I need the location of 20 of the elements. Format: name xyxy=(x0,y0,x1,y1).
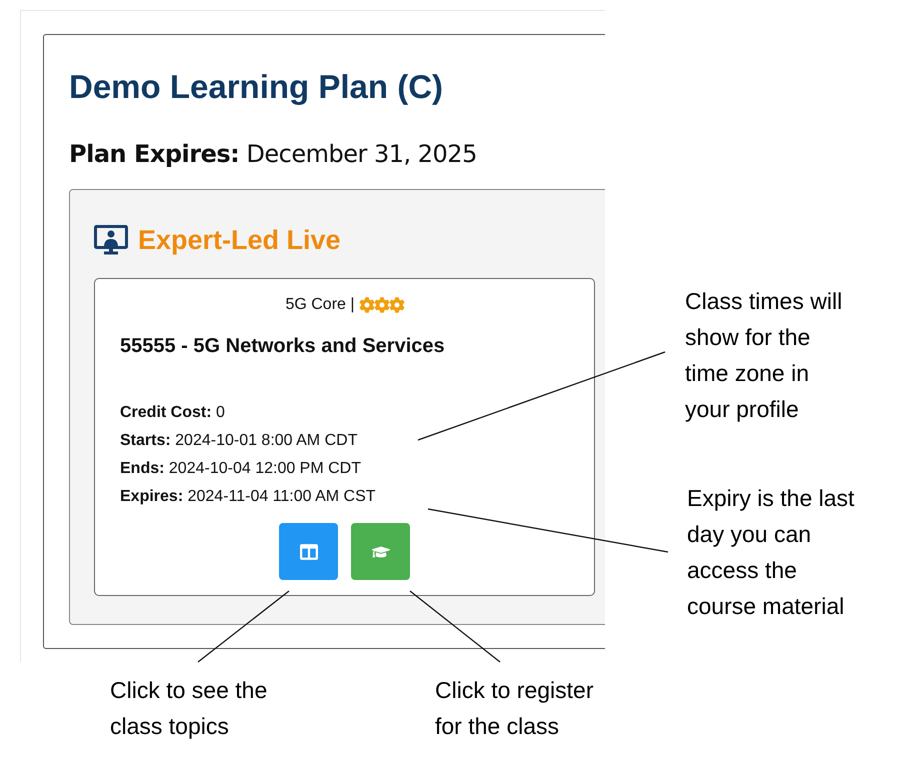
plan-expiry: Plan Expires: December 31, 2025 xyxy=(69,139,478,169)
register-button[interactable] xyxy=(351,523,410,580)
course-detail: Ends: 2024-10-04 12:00 PM CDT xyxy=(120,459,362,479)
callout-note: Click to register for the class xyxy=(435,676,594,741)
topics-button[interactable] xyxy=(279,523,338,580)
gear-icon xyxy=(358,297,375,313)
gear-icon xyxy=(388,297,405,313)
course-detail: Starts: 2024-10-01 8:00 AM CDT xyxy=(120,431,358,451)
section-title: Expert-Led Live xyxy=(138,224,341,256)
callout-note: Class times will show for the time zone in your profile xyxy=(685,287,844,424)
columns-icon xyxy=(300,542,318,560)
callout-note: Expiry is the last day you can access the course material xyxy=(687,484,855,621)
course-category: 5G Core | xyxy=(285,295,355,315)
presenter-monitor-icon xyxy=(94,225,128,255)
course-title: 55555 - 5G Networks and Services xyxy=(120,334,446,359)
course-detail: Credit Cost: 0 xyxy=(120,403,226,423)
plan-title: Demo Learning Plan (C) xyxy=(69,67,444,107)
gear-icon xyxy=(374,297,390,313)
course-detail: Expires: 2024-11-04 11:00 AM CST xyxy=(120,487,377,507)
callout-note: Click to see the class topics xyxy=(110,676,268,741)
